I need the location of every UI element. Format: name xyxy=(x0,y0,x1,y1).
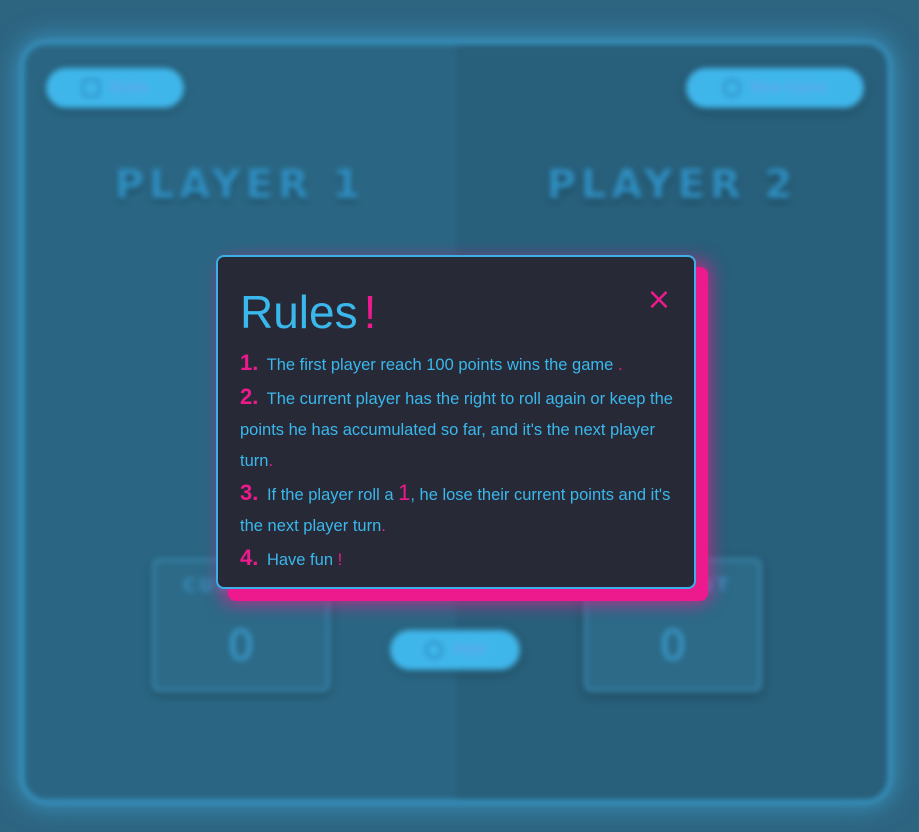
modal-title-text: Rules xyxy=(240,286,358,338)
rule-number: 2. xyxy=(240,384,259,409)
rule-end: ! xyxy=(337,551,343,569)
current-score: 0 xyxy=(227,621,255,670)
new-game-button-label: New Game xyxy=(750,80,828,96)
rule-number: 1. xyxy=(240,350,259,375)
rule-number: 4. xyxy=(240,545,259,570)
book-icon xyxy=(82,79,101,97)
current-score: 0 xyxy=(659,621,687,670)
rule-item: 4. Have fun ! xyxy=(240,542,680,576)
close-icon[interactable]: × xyxy=(646,285,672,315)
rule-text: The first player reach 100 points wins t… xyxy=(266,356,614,374)
download-icon xyxy=(425,641,444,659)
rules-button-label: Rules xyxy=(110,80,148,96)
rule-end: . xyxy=(381,517,386,535)
rules-modal: Rules! × 1. The first player reach 100 p… xyxy=(216,255,696,589)
rule-end: . xyxy=(617,356,623,374)
rules-button[interactable]: Rules xyxy=(46,68,184,108)
rules-list: 1. The first player reach 100 points win… xyxy=(240,347,680,576)
rule-text: If the player roll a xyxy=(266,486,394,504)
rule-item: 2. The current player has the right to r… xyxy=(240,381,680,477)
rule-text: Have fun xyxy=(266,551,333,569)
rule-text: The current player has the right to roll… xyxy=(240,390,673,470)
title-exclamation: ! xyxy=(363,286,377,338)
modal-title: Rules! xyxy=(240,285,376,339)
refresh-icon xyxy=(722,79,741,97)
rule-highlight: 1 xyxy=(398,480,411,505)
rule-end: . xyxy=(268,452,274,470)
hold-button-label: Hold xyxy=(453,642,485,658)
rule-item: 3. If the player roll a 1, he lose their… xyxy=(240,477,680,542)
rule-item: 1. The first player reach 100 points win… xyxy=(240,347,680,381)
hold-button[interactable]: Hold xyxy=(390,630,520,670)
rule-number: 3. xyxy=(240,480,259,505)
player-2-name: PLAYER 2 xyxy=(546,162,798,208)
player-1-name: PLAYER 1 xyxy=(114,162,366,208)
new-game-button[interactable]: New Game xyxy=(686,68,864,108)
